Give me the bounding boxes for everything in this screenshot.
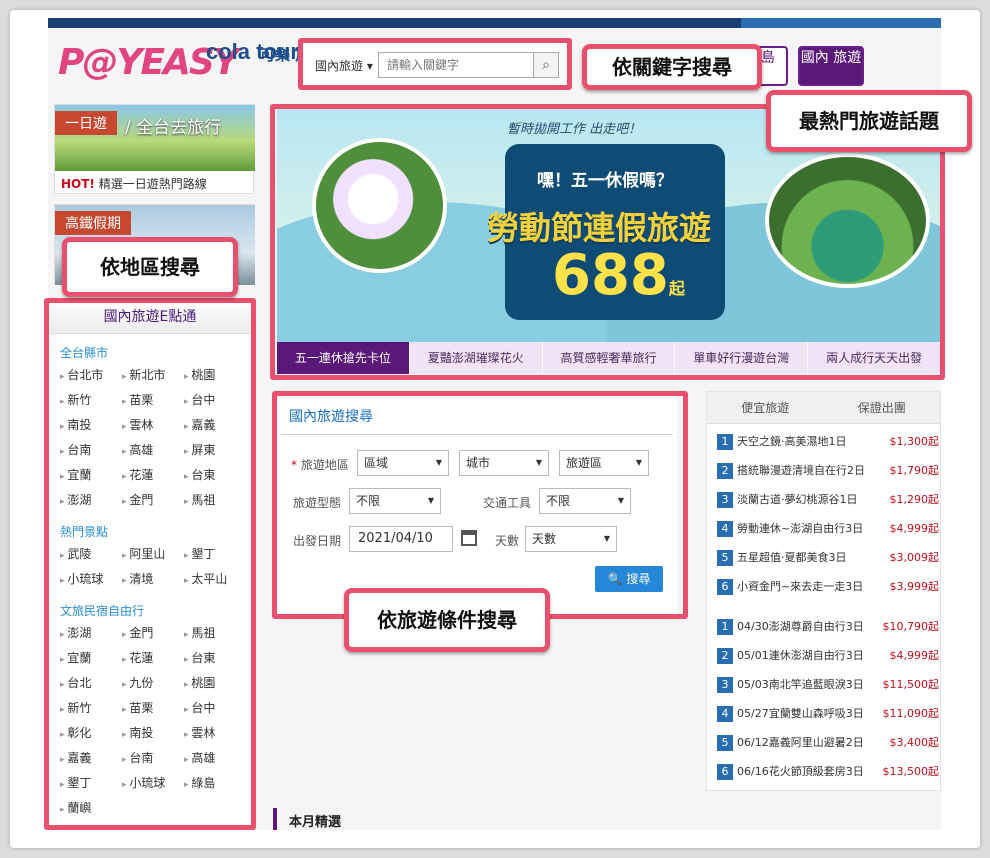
rank-number: 1 [717, 434, 733, 450]
rank-trip-name: 05/27宜蘭雙山森呼吸3日 [737, 707, 864, 720]
guaranteed-tour-tab[interactable]: 保證出團 [824, 392, 941, 423]
ranking-row[interactable]: 2 搭統聯漫遊清境自在行2日 $1,790起 [717, 461, 941, 481]
ranking-row[interactable]: 1 天空之鏡‧高美濕地1日 $1,300起 [717, 432, 941, 452]
ranking-panel: 便宜旅遊 保證出團 1 天空之鏡‧高美濕地1日 $1,300起 2 搭統聯漫遊清境自在行… [706, 391, 941, 791]
rank-number: 4 [717, 521, 733, 537]
rank-number: 5 [717, 735, 733, 751]
rank-price: $1,300起 [889, 435, 940, 448]
rank-price: $1,290起 [889, 493, 940, 506]
hot-badge: HOT! [61, 177, 95, 191]
rank-price: $11,090起 [882, 707, 940, 720]
rank-number: 3 [717, 492, 733, 508]
rank-price: $13,500起 [882, 765, 940, 778]
rank-trip-name: 勞動連休~澎湖自由行3日 [737, 522, 864, 535]
day-trip-tag: 一日遊 [55, 111, 117, 135]
day-trip-title: / 全台去旅行 [125, 118, 222, 138]
top-nav-strip [48, 18, 941, 28]
rank-number: 6 [717, 579, 733, 595]
ranking-row[interactable]: 2 05/01連休澎湖自由行3日 $4,999起 [717, 646, 941, 666]
ranking-row[interactable]: 3 淡蘭古道‧夢幻桃源谷1日 $1,290起 [717, 490, 941, 510]
monthly-picks-title: 本月精選 [273, 808, 341, 830]
day-trip-text: HOT! 精選一日遊熱門路線 [61, 175, 207, 192]
rank-price: $1,790起 [889, 464, 940, 477]
hsr-tag: 高鐵假期 [55, 211, 131, 235]
rank-number: 1 [717, 619, 733, 635]
ranking-row[interactable]: 6 小資金門~來去走一走3日 $3,999起 [717, 577, 941, 597]
ranking-row[interactable]: 5 06/12嘉義阿里山避暑2日 $3,400起 [717, 733, 941, 753]
rank-trip-name: 06/12嘉義阿里山避暑2日 [737, 736, 864, 749]
rank-price: $10,790起 [882, 620, 940, 633]
rank-number: 6 [717, 764, 733, 780]
rank-trip-name: 05/01連休澎湖自由行3日 [737, 649, 864, 662]
keyword-highlight-frame [298, 38, 572, 90]
ranking-row[interactable]: 3 05/03南北竿追藍眼淚3日 $11,500起 [717, 675, 941, 695]
ranking-row[interactable]: 6 06/16花火節頂級套房3日 $13,500起 [717, 762, 941, 782]
ranking-row[interactable]: 5 五星超值‧夏都美食3日 $3,009起 [717, 548, 941, 568]
ranking-row[interactable]: 4 勞動連休~澎湖自由行3日 $4,999起 [717, 519, 941, 539]
rank-trip-name: 淡蘭古道‧夢幻桃源谷1日 [737, 493, 858, 506]
hot-topic-callout: 最熱門旅遊話題 [766, 90, 972, 152]
rank-price: $11,500起 [882, 678, 940, 691]
rank-trip-name: 05/03南北竿追藍眼淚3日 [737, 678, 864, 691]
rank-trip-name: 搭統聯漫遊清境自在行2日 [737, 464, 865, 477]
rank-number: 2 [717, 463, 733, 479]
region-highlight-frame [44, 298, 256, 830]
rank-number: 2 [717, 648, 733, 664]
ranking-tabs: 便宜旅遊 保證出團 [707, 392, 940, 424]
rank-number: 4 [717, 706, 733, 722]
day-trip-card[interactable]: 一日遊 / 全台去旅行 HOT! 精選一日遊熱門路線 [54, 104, 255, 194]
rank-trip-name: 五星超值‧夏都美食3日 [737, 551, 847, 564]
rank-trip-name: 小資金門~來去走一走3日 [737, 580, 864, 593]
rank-trip-name: 天空之鏡‧高美濕地1日 [737, 435, 847, 448]
island-travel-label: 島 [761, 50, 775, 66]
ranking-row[interactable]: 4 05/27宜蘭雙山森呼吸3日 $11,090起 [717, 704, 941, 724]
conditions-callout: 依旅遊條件搜尋 [344, 588, 550, 652]
keyword-callout: 依關鍵字搜尋 [582, 44, 762, 90]
conditions-highlight-frame [272, 391, 688, 619]
day-trip-desc: 精選一日遊熱門路線 [98, 177, 207, 191]
rank-price: $4,999起 [889, 649, 940, 662]
region-callout: 依地區搜尋 [62, 237, 238, 297]
rank-price: $3,009起 [889, 551, 940, 564]
rank-price: $3,400起 [889, 736, 940, 749]
rank-price: $4,999起 [889, 522, 940, 535]
rank-trip-name: 04/30澎湖尊爵自由行3日 [737, 620, 864, 633]
rank-number: 5 [717, 550, 733, 566]
ranking-row[interactable]: 1 04/30澎湖尊爵自由行3日 $10,790起 [717, 617, 941, 637]
rank-number: 3 [717, 677, 733, 693]
domestic-travel-button[interactable]: 國內 旅遊 [798, 46, 864, 86]
rank-trip-name: 06/16花火節頂級套房3日 [737, 765, 864, 778]
cheap-travel-tab[interactable]: 便宜旅遊 [707, 392, 824, 423]
rank-price: $3,999起 [889, 580, 940, 593]
domestic-travel-label: 國內 旅遊 [800, 50, 862, 66]
